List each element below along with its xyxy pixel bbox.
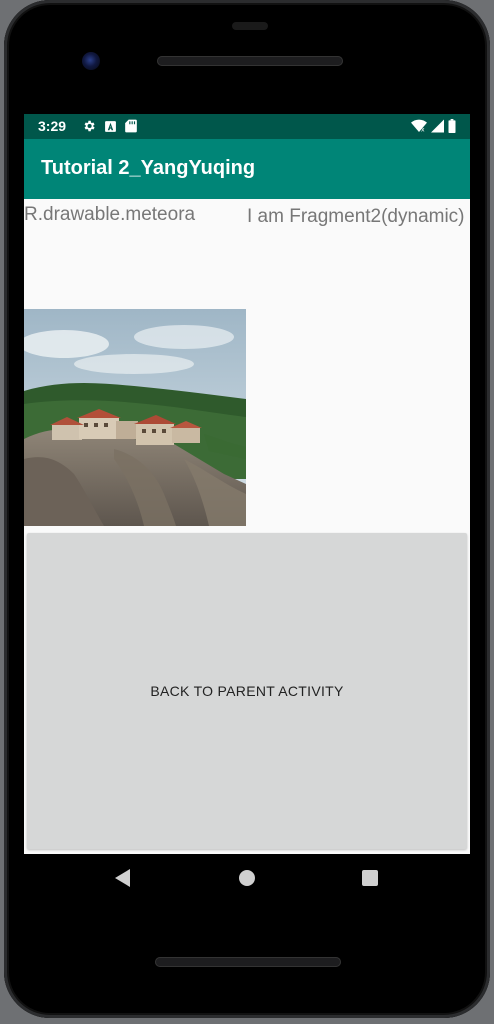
meteora-monastery-photo <box>24 309 246 526</box>
earpiece-speaker <box>157 56 343 66</box>
recents-square-icon[interactable] <box>361 868 379 888</box>
status-time: 3:29 <box>38 118 67 134</box>
svg-text:x: x <box>421 126 425 133</box>
home-circle-icon[interactable] <box>238 868 256 888</box>
fragment1-text: R.drawable.meteora <box>24 204 196 225</box>
back-triangle-icon[interactable] <box>114 868 132 888</box>
sd-card-icon <box>125 119 137 133</box>
battery-icon <box>448 119 456 133</box>
fragment2-text: I am Fragment2(dynamic) <box>247 206 465 227</box>
front-camera <box>82 52 100 70</box>
status-icons-right: x <box>411 119 456 133</box>
app-bar: Tutorial 2_YangYuqing <box>24 139 470 199</box>
a-box-icon <box>105 120 116 132</box>
gear-icon <box>84 120 95 132</box>
app-title: Tutorial 2_YangYuqing <box>41 157 256 179</box>
bottom-speaker <box>155 957 341 967</box>
status-bar: 3:29 x <box>24 114 470 139</box>
back-to-parent-button[interactable]: BACK TO PARENT ACTIVITY <box>27 533 467 849</box>
top-slot <box>232 22 268 30</box>
device-screen: 3:29 x Tutorial 2_YangYuqing R.drawable.… <box>24 114 470 854</box>
nav-bar <box>24 854 470 904</box>
wifi-icon: x <box>411 119 427 133</box>
status-icons-left <box>82 119 137 133</box>
signal-icon <box>431 119 444 133</box>
